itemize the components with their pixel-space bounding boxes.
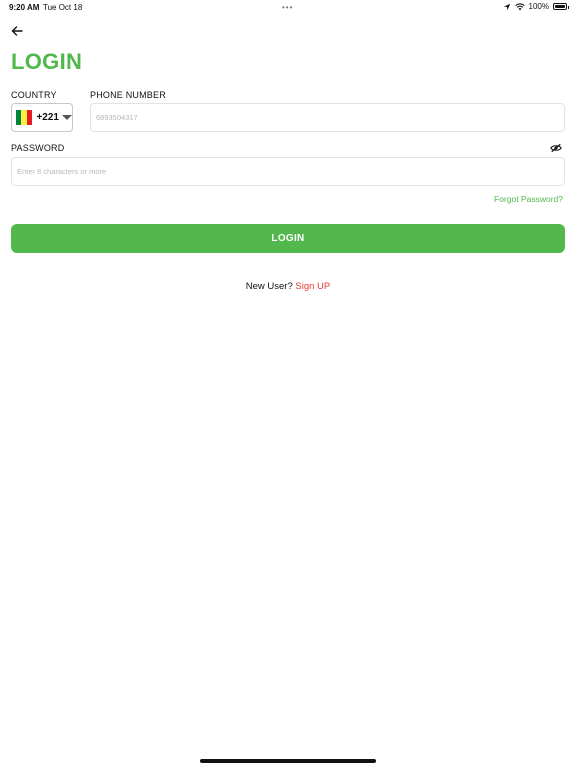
multitasking-dots[interactable]: •••	[282, 3, 293, 12]
new-user-text: New User?	[245, 281, 293, 292]
battery-icon	[553, 3, 569, 10]
home-indicator[interactable]	[200, 759, 376, 763]
phone-number-input[interactable]	[90, 103, 565, 132]
password-label: PASSWORD	[11, 143, 65, 153]
senegal-flag-icon	[16, 110, 33, 125]
country-label: COUNTRY	[11, 90, 57, 100]
signup-row: New User? Sign UP	[0, 281, 576, 292]
page-title: LOGIN	[11, 49, 83, 74]
wifi-icon	[514, 2, 525, 10]
phone-number-label: PHONE NUMBER	[90, 90, 166, 100]
status-date: Tue Oct 18	[43, 3, 83, 12]
login-button[interactable]: LOGIN	[11, 224, 565, 253]
country-code: +221	[36, 112, 59, 123]
status-indicators: 100%	[503, 2, 569, 11]
status-bar: 9:20 AM Tue Oct 18 ••• 100%	[0, 0, 576, 16]
arrow-left-icon[interactable]	[10, 24, 24, 38]
country-selector[interactable]: +221	[11, 103, 73, 132]
battery-fill	[555, 5, 565, 8]
password-input[interactable]	[11, 157, 565, 186]
chevron-down-icon	[62, 115, 72, 120]
battery-percentage: 100%	[528, 2, 549, 11]
status-time: 9:20 AM	[9, 3, 40, 12]
forgot-password-link[interactable]: Forgot Password?	[494, 194, 563, 204]
location-arrow-icon	[503, 3, 510, 10]
sign-up-link[interactable]: Sign UP	[295, 281, 330, 292]
eye-slash-icon[interactable]	[550, 143, 562, 153]
